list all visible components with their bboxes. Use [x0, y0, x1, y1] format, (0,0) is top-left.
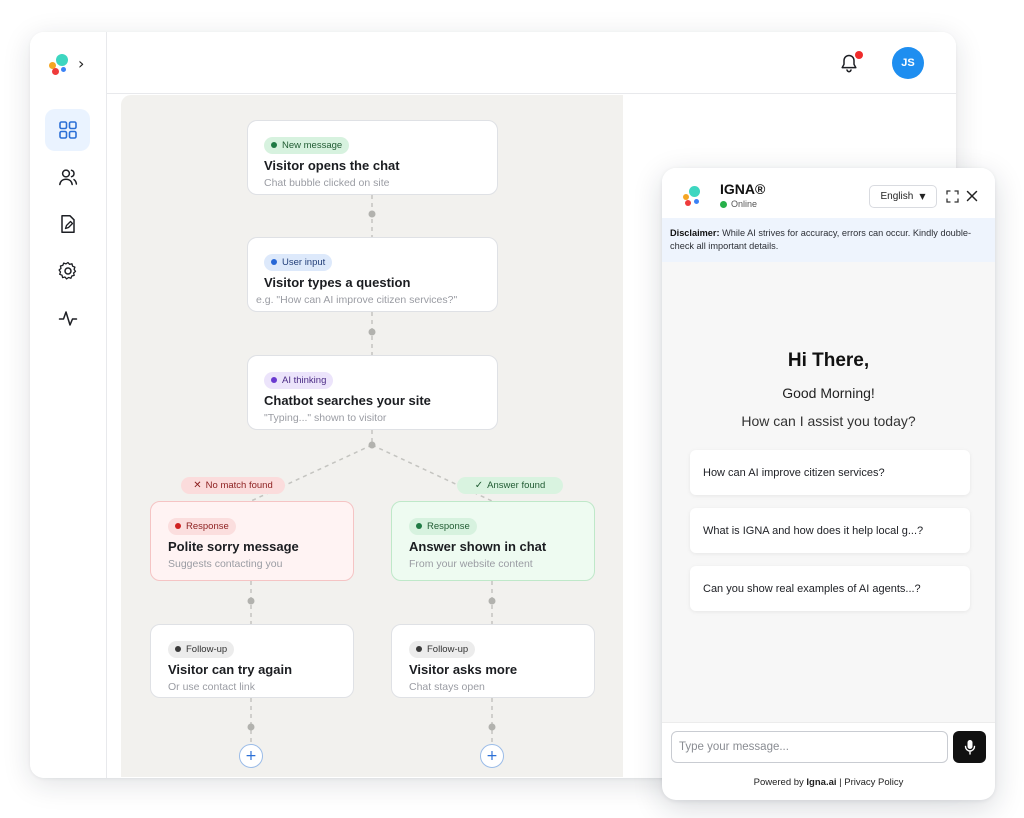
node-subtitle: Chat stays open	[409, 680, 485, 693]
node-subtitle: Chat bubble clicked on site	[264, 176, 390, 189]
message-input[interactable]	[671, 731, 948, 763]
assist-prompt: How can I assist you today?	[741, 413, 916, 429]
chat-body: Hi There, Good Morning! How can I assist…	[662, 262, 995, 722]
chat-input-row	[662, 722, 995, 768]
chat-brand-logo	[682, 185, 704, 207]
suggestion-chip[interactable]: Can you show real examples of AI agents.…	[690, 566, 970, 611]
node-title: Answer shown in chat	[409, 538, 547, 554]
logo-toggle[interactable]: ›	[48, 52, 88, 76]
flow-node-sorry-response[interactable]: Response Polite sorry message Suggests c…	[150, 501, 354, 581]
tag-badge: New message	[264, 136, 350, 154]
dashboard-icon	[58, 121, 77, 139]
tag-badge: Response	[409, 517, 477, 535]
chat-bot-name: IGNA®	[720, 181, 766, 197]
chevron-right-icon: ›	[78, 54, 85, 73]
greeting-subheading: Good Morning!	[782, 385, 875, 401]
sidebar-item-dashboard[interactable]	[45, 109, 90, 151]
node-title: Polite sorry message	[168, 538, 299, 554]
notifications-bell-icon[interactable]	[839, 50, 863, 76]
microphone-button[interactable]	[953, 731, 986, 763]
settings-icon	[57, 261, 76, 280]
suggestion-chip[interactable]: What is IGNA and how does it help local …	[690, 508, 970, 553]
sidebar-item-settings[interactable]	[45, 250, 90, 292]
sidebar-item-users[interactable]	[45, 156, 90, 198]
node-title: Chatbot searches your site	[264, 392, 431, 408]
flow-node-user-input[interactable]: User input Visitor types a question e.g.…	[247, 237, 498, 312]
flow-node-new-message[interactable]: New message Visitor opens the chat Chat …	[247, 120, 498, 195]
caret-down-icon: ▼	[919, 192, 926, 201]
users-icon	[58, 169, 77, 186]
flow-node-answer-response[interactable]: Response Answer shown in chat From your …	[391, 501, 595, 581]
sidebar: ›	[30, 32, 107, 778]
add-step-button-right[interactable]: +	[480, 744, 504, 768]
close-icon[interactable]	[964, 188, 980, 204]
greeting-heading: Hi There,	[787, 350, 870, 371]
privacy-policy-link[interactable]: | Privacy Policy	[837, 777, 903, 788]
branch-label-answer-found: ✓ Answer found	[457, 477, 563, 494]
disclaimer-banner: Disclaimer: While AI strives for accurac…	[662, 218, 995, 262]
tag-badge: User input	[264, 253, 333, 271]
tag-badge: Follow-up	[409, 640, 476, 658]
sidebar-item-activity[interactable]	[45, 297, 90, 339]
add-step-button-left[interactable]: +	[239, 744, 263, 768]
online-dot	[720, 200, 727, 208]
flow-canvas: New message Visitor opens the chat Chat …	[121, 95, 623, 777]
node-subtitle: e.g. "How can AI improve citizen service…	[256, 293, 458, 306]
chat-header: IGNA® Online English ▼	[662, 168, 995, 218]
chat-status: Online	[720, 199, 757, 209]
notification-dot	[855, 51, 863, 59]
tag-badge: Follow-up	[168, 640, 235, 658]
check-icon: ✓	[474, 480, 484, 491]
expand-icon[interactable]	[944, 188, 960, 204]
flow-node-asks-more[interactable]: Follow-up Visitor asks more Chat stays o…	[391, 624, 595, 698]
powered-by-text: Powered by	[753, 777, 807, 788]
flow-node-try-again[interactable]: Follow-up Visitor can try again Or use c…	[150, 624, 354, 698]
microphone-icon	[964, 740, 975, 755]
brand-logo	[48, 52, 72, 76]
flow-node-ai-thinking[interactable]: AI thinking Chatbot searches your site "…	[247, 355, 498, 430]
top-bar: JS	[30, 32, 956, 94]
node-title: Visitor opens the chat	[264, 157, 400, 173]
node-subtitle: Suggests contacting you	[168, 557, 283, 570]
tag-badge: AI thinking	[264, 371, 334, 389]
language-select[interactable]: English ▼	[869, 185, 937, 208]
chat-footer: Powered by Igna.ai | Privacy Policy	[662, 769, 995, 800]
node-title: Visitor can try again	[168, 661, 293, 677]
node-title: Visitor asks more	[409, 661, 518, 677]
close-x-icon: ✕	[193, 480, 202, 491]
node-subtitle: "Typing..." shown to visitor	[264, 411, 387, 424]
document-edit-icon	[60, 215, 75, 233]
tag-badge: Response	[168, 517, 236, 535]
user-avatar[interactable]: JS	[892, 47, 924, 79]
chat-widget: IGNA® Online English ▼ Disclaimer: While…	[662, 168, 995, 800]
node-title: Visitor types a question	[264, 274, 411, 290]
branch-label-no-match: ✕ No match found	[181, 477, 285, 494]
node-subtitle: From your website content	[409, 557, 533, 570]
suggestion-chip[interactable]: How can AI improve citizen services?	[690, 450, 970, 495]
activity-icon	[58, 311, 77, 326]
node-subtitle: Or use contact link	[168, 680, 255, 693]
sidebar-item-documents[interactable]	[45, 203, 90, 245]
brand-link[interactable]: Igna.ai	[806, 777, 836, 788]
